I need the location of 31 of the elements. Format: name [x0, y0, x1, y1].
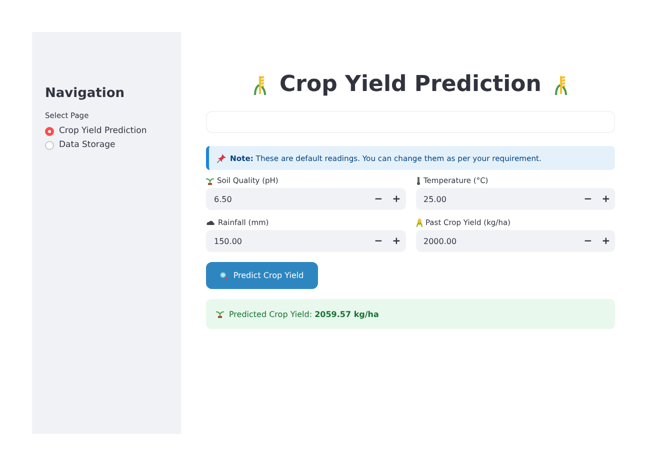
increment-button[interactable]: +	[597, 236, 615, 246]
sprout-icon	[206, 176, 214, 184]
decrement-button[interactable]: −	[370, 194, 388, 204]
number-input[interactable]: 25.00 − +	[416, 188, 615, 210]
corn-icon	[416, 218, 422, 227]
increment-button[interactable]: +	[388, 194, 406, 204]
radio-option[interactable]: Data Storage	[45, 140, 181, 150]
radio-option[interactable]: Crop Yield Prediction	[45, 126, 181, 136]
decrement-button[interactable]: −	[579, 194, 597, 204]
radio-option-label: Crop Yield Prediction	[59, 126, 147, 136]
pushpin-icon	[217, 154, 226, 162]
increment-button[interactable]: +	[388, 236, 406, 246]
number-input[interactable]: 6.50 − +	[206, 188, 406, 210]
decrement-button[interactable]: −	[579, 236, 597, 246]
search-icon	[220, 272, 228, 280]
increment-button[interactable]: +	[597, 194, 615, 204]
sidebar-title: Navigation	[45, 86, 126, 101]
radio-button[interactable]	[45, 140, 54, 150]
thermometer-icon	[416, 176, 420, 184]
predict-button[interactable]: Predict Crop Yield	[206, 262, 318, 289]
sprout-icon	[216, 310, 224, 318]
wheat-icon	[252, 74, 268, 96]
decrement-button[interactable]: −	[370, 236, 388, 246]
wheat-icon	[553, 74, 570, 96]
radio-option-label: Data Storage	[59, 140, 116, 150]
radio-button[interactable]	[45, 126, 54, 136]
result-text: Predicted Crop Yield: 2059.57 kg/ha	[229, 310, 379, 318]
page-title: Crop Yield Prediction	[280, 72, 542, 97]
number-input[interactable]: 2000.00 − +	[416, 230, 615, 252]
number-input[interactable]: 150.00 − +	[206, 230, 406, 252]
cloud-icon	[206, 220, 215, 226]
